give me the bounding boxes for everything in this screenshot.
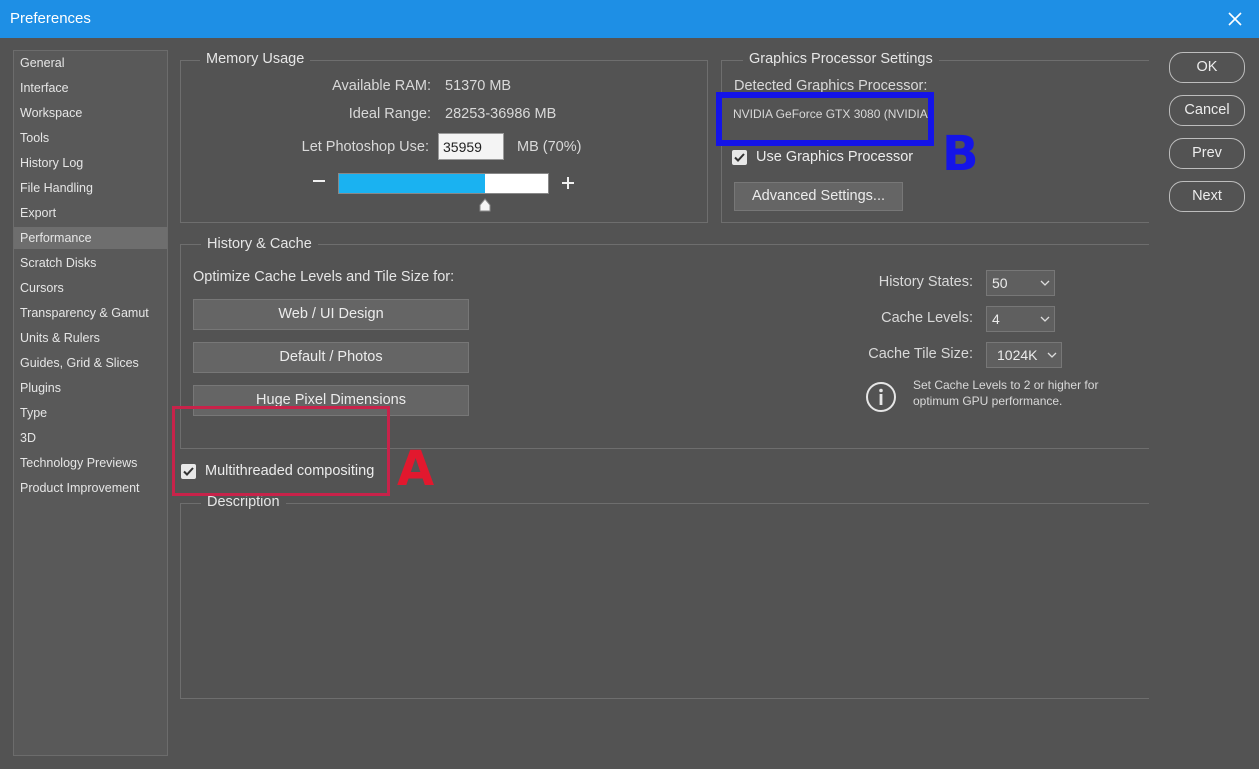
plus-icon[interactable] <box>561 176 575 190</box>
preferences-dialog: General Interface Workspace Tools History Lo… <box>0 38 1259 769</box>
optimize-cache-label: Optimize Cache Levels and Tile Size for: <box>193 269 455 285</box>
sidebar-item-export[interactable]: Export <box>14 202 167 224</box>
advanced-settings-button[interactable]: Advanced Settings... <box>734 182 903 211</box>
history-states-label: History States: <box>878 274 973 290</box>
history-states-value: 50 <box>992 275 1008 291</box>
memory-slider-track[interactable] <box>338 173 549 194</box>
sidebar-item-units-rulers[interactable]: Units & Rulers <box>14 327 167 349</box>
ideal-range-label: Ideal Range: <box>348 106 431 122</box>
memory-slider-thumb[interactable] <box>478 198 492 212</box>
window-title: Preferences <box>10 10 91 27</box>
sidebar-item-workspace[interactable]: Workspace <box>14 102 167 124</box>
photoshop-use-input[interactable]: 35959 <box>438 133 504 160</box>
default-photos-label: Default / Photos <box>279 349 383 365</box>
cache-tile-size-value: 1024K <box>997 347 1038 363</box>
history-cache-top-line <box>180 244 1149 245</box>
memory-slider-fill <box>339 174 486 193</box>
description-bottom-line <box>180 698 1149 699</box>
sidebar-item-guides-grid-slices[interactable]: Guides, Grid & Slices <box>14 352 167 374</box>
sidebar-item-cursors[interactable]: Cursors <box>14 277 167 299</box>
photoshop-use-label: Let Photoshop Use: <box>301 139 429 155</box>
available-ram-value: 51370 MB <box>445 78 512 94</box>
chevron-down-icon <box>1040 316 1050 322</box>
prev-button[interactable]: Prev <box>1169 138 1245 169</box>
sidebar-item-performance[interactable]: Performance <box>14 227 167 249</box>
cache-levels-value: 4 <box>992 311 1000 327</box>
cache-tile-size-label: Cache Tile Size: <box>868 346 973 362</box>
history-cache-legend: History & Cache <box>201 236 318 252</box>
photoshop-use-value: 35959 <box>443 139 482 155</box>
annotation-b-letter: B <box>942 126 979 182</box>
cache-levels-select[interactable]: 4 <box>986 306 1055 332</box>
sidebar-item-interface[interactable]: Interface <box>14 77 167 99</box>
minus-icon[interactable] <box>312 174 326 188</box>
sidebar-item-3d[interactable]: 3D <box>14 427 167 449</box>
info-icon <box>866 382 896 412</box>
web-ui-design-label: Web / UI Design <box>278 306 384 322</box>
ideal-range-value: 28253-36986 MB <box>445 106 557 122</box>
ok-button[interactable]: OK <box>1169 52 1245 83</box>
cache-tile-size-select[interactable]: 1024K <box>986 342 1062 368</box>
history-states-select[interactable]: 50 <box>986 270 1055 296</box>
next-button[interactable]: Next <box>1169 181 1245 212</box>
cancel-button[interactable]: Cancel <box>1169 95 1245 126</box>
cache-info-line2: optimum GPU performance. <box>913 394 1063 408</box>
description-left-line <box>180 503 181 699</box>
next-label: Next <box>1192 188 1222 204</box>
cache-levels-label: Cache Levels: <box>881 310 973 326</box>
available-ram-label: Available RAM: <box>332 78 431 94</box>
description-top-line <box>180 503 1149 504</box>
ok-label: OK <box>1196 59 1218 75</box>
photoshop-use-suffix: MB (70%) <box>517 139 582 155</box>
sidebar-item-history-log[interactable]: History Log <box>14 152 167 174</box>
checkmark-icon <box>734 153 745 162</box>
gpu-settings-legend: Graphics Processor Settings <box>743 51 939 67</box>
sidebar-item-technology-previews[interactable]: Technology Previews <box>14 452 167 474</box>
chevron-down-icon <box>1040 280 1050 286</box>
use-gpu-label: Use Graphics Processor <box>756 149 914 165</box>
annotation-a-box <box>172 406 390 496</box>
sidebar-item-product-improvement[interactable]: Product Improvement <box>14 477 167 499</box>
title-bar: Preferences <box>0 0 1259 38</box>
sidebar-item-type[interactable]: Type <box>14 402 167 424</box>
web-ui-design-button[interactable]: Web / UI Design <box>193 299 469 330</box>
sidebar-item-file-handling[interactable]: File Handling <box>14 177 167 199</box>
sidebar-item-transparency-gamut[interactable]: Transparency & Gamut <box>14 302 167 324</box>
use-gpu-checkbox[interactable] <box>732 150 747 165</box>
description-legend: Description <box>201 494 286 510</box>
close-icon[interactable] <box>1225 9 1245 29</box>
advanced-settings-label: Advanced Settings... <box>752 188 885 204</box>
chevron-down-icon <box>1047 352 1057 358</box>
annotation-b-box <box>716 92 934 146</box>
default-photos-button[interactable]: Default / Photos <box>193 342 469 373</box>
sidebar-item-plugins[interactable]: Plugins <box>14 377 167 399</box>
memory-usage-legend: Memory Usage <box>200 51 311 67</box>
sidebar-item-scratch-disks[interactable]: Scratch Disks <box>14 252 167 274</box>
cancel-label: Cancel <box>1184 102 1230 118</box>
sidebar-item-general[interactable]: General <box>14 52 167 74</box>
preferences-sidebar: General Interface Workspace Tools History Lo… <box>13 50 168 756</box>
cache-info-line1: Set Cache Levels to 2 or higher for <box>913 378 1099 392</box>
prev-label: Prev <box>1192 145 1222 161</box>
annotation-a-letter: A <box>397 441 435 497</box>
sidebar-item-tools[interactable]: Tools <box>14 127 167 149</box>
